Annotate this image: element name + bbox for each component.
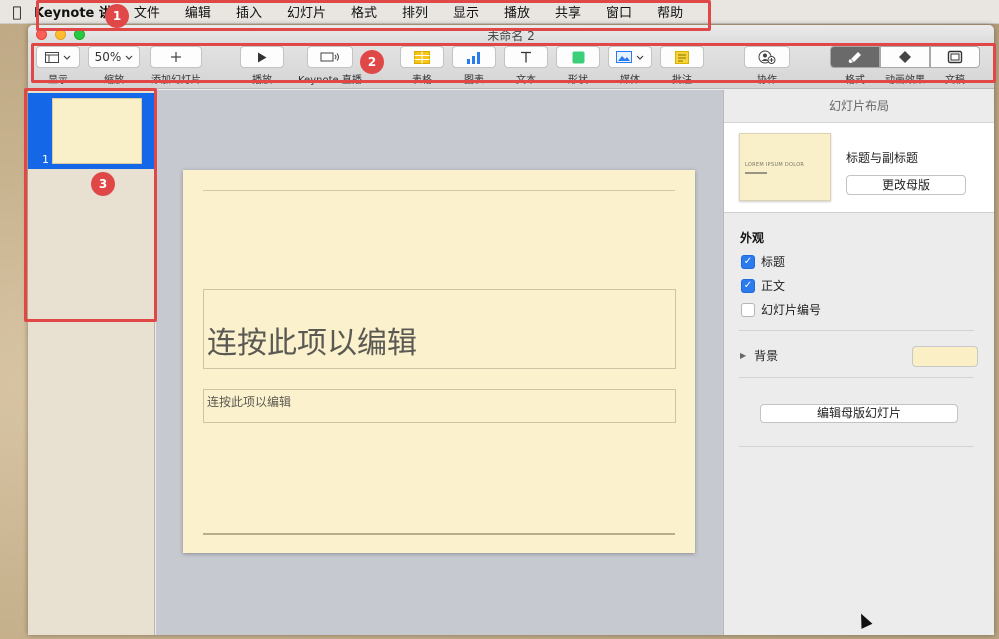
keynote-window: 未命名 2 显示 50% 缩放 添加幻灯片 播放 Keynote 直播 表格 图… <box>28 25 994 635</box>
title-placeholder-box[interactable]: 连按此项以编辑 <box>203 289 676 369</box>
disclosure-triangle-icon: ▶ <box>740 351 747 360</box>
annotation-highlight-navigator <box>24 88 157 322</box>
divider <box>739 377 974 378</box>
annotation-highlight-toolbar <box>31 43 996 83</box>
format-inspector: 幻灯片布局 LOREM IPSUM DOLOR 标题与副标题 更改母版 外观 ✓… <box>723 90 994 635</box>
title-checkbox[interactable]: ✓ <box>741 254 755 269</box>
background-color-well[interactable] <box>912 346 978 367</box>
layout-thumbnail[interactable]: LOREM IPSUM DOLOR <box>739 133 831 201</box>
annotation-highlight-menubar <box>36 0 711 31</box>
body-placeholder-text: 连按此项以编辑 <box>207 395 292 409</box>
inspector-header: 幻灯片布局 <box>724 90 994 123</box>
annotation-badge-2: 2 <box>360 50 384 74</box>
body-checkbox-row[interactable]: ✓ 正文 <box>741 277 785 294</box>
slide-canvas: 连按此项以编辑 连按此项以编辑 <box>156 90 723 635</box>
title-checkbox-row[interactable]: ✓ 标题 <box>741 253 785 270</box>
body-placeholder-box[interactable]: 连按此项以编辑 <box>203 389 676 423</box>
change-master-button[interactable]: 更改母版 <box>846 175 966 195</box>
body-checkbox[interactable]: ✓ <box>741 278 755 293</box>
edit-master-slide-button[interactable]: 编辑母版幻灯片 <box>760 404 958 423</box>
annotation-badge-3: 3 <box>91 172 115 196</box>
apple-icon[interactable]:  <box>0 3 34 21</box>
slide-number-checkbox[interactable] <box>741 302 755 317</box>
divider <box>739 330 974 331</box>
background-disclosure[interactable]: ▶ 背景 <box>740 347 778 364</box>
slide-number-checkbox-row[interactable]: 幻灯片编号 <box>741 301 821 318</box>
appearance-heading: 外观 <box>740 231 765 245</box>
layout-thumb-subtitle-line <box>745 172 767 174</box>
title-placeholder-text: 连按此项以编辑 <box>207 326 417 361</box>
background-label: 背景 <box>754 349 779 363</box>
layout-section: LOREM IPSUM DOLOR 标题与副标题 更改母版 <box>724 123 994 213</box>
slide-top-rule <box>203 190 675 191</box>
slide-number-checkbox-label: 幻灯片编号 <box>761 303 822 317</box>
annotation-badge-1: 1 <box>105 4 129 28</box>
slide-bottom-rule <box>203 533 675 535</box>
layout-name: 标题与副标题 <box>846 151 919 165</box>
body-checkbox-label: 正文 <box>761 279 786 293</box>
layout-thumb-title: LOREM IPSUM DOLOR <box>745 162 805 168</box>
slide[interactable]: 连按此项以编辑 连按此项以编辑 <box>183 170 695 553</box>
divider <box>739 446 974 447</box>
title-checkbox-label: 标题 <box>761 255 786 269</box>
